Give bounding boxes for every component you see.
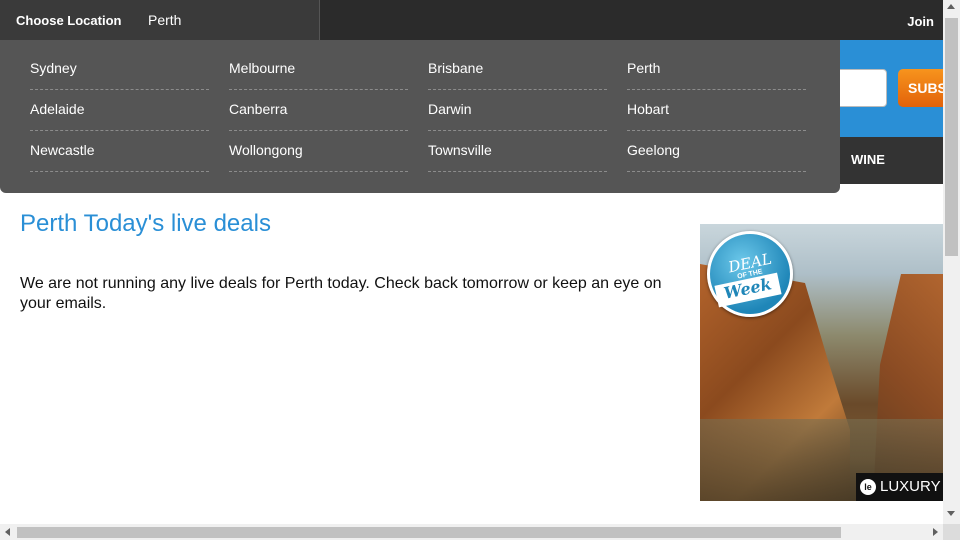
horizontal-scrollbar[interactable]	[0, 524, 943, 540]
city-link[interactable]: Townsville	[428, 142, 607, 172]
page: Choose Location Perth Join SUBS WINE Syd…	[0, 0, 960, 540]
deal-of-the-week-badge: DEAL OF THE Week	[707, 231, 793, 317]
join-link[interactable]: Join	[907, 14, 934, 29]
luxury-brand-text: LUXURY	[880, 478, 941, 495]
vertical-scroll-thumb[interactable]	[945, 18, 958, 256]
city-link[interactable]: Wollongong	[229, 142, 408, 172]
city-link[interactable]: Adelaide	[30, 101, 209, 131]
scrollbar-corner	[943, 524, 960, 540]
scroll-left-arrow-icon[interactable]	[5, 528, 10, 536]
city-link[interactable]: Sydney	[30, 60, 209, 90]
top-bar: Choose Location Perth Join	[0, 0, 943, 40]
horizontal-scroll-thumb[interactable]	[17, 527, 841, 538]
nav-item-wine[interactable]: WINE	[851, 152, 885, 167]
scroll-up-arrow-icon[interactable]	[947, 4, 955, 9]
no-deals-message: We are not running any live deals for Pe…	[20, 275, 662, 312]
choose-location-label: Choose Location	[16, 13, 122, 28]
page-title: Perth Today's live deals	[20, 210, 271, 237]
city-link[interactable]: Geelong	[627, 142, 806, 172]
luxury-brand-tag: le LUXURY	[856, 473, 943, 501]
city-link[interactable]: Perth	[627, 60, 806, 90]
luxury-logo-icon: le	[860, 479, 876, 495]
city-link[interactable]: Darwin	[428, 101, 607, 131]
city-link[interactable]: Hobart	[627, 101, 806, 131]
choose-location-tab[interactable]: Choose Location Perth	[0, 0, 320, 40]
current-location[interactable]: Perth	[148, 12, 181, 28]
city-link[interactable]: Newcastle	[30, 142, 209, 172]
vertical-scrollbar[interactable]	[943, 0, 960, 524]
city-link[interactable]: Melbourne	[229, 60, 408, 90]
scroll-right-arrow-icon[interactable]	[933, 528, 938, 536]
location-dropdown: Sydney Melbourne Brisbane Perth Adelaide…	[0, 40, 840, 193]
city-link[interactable]: Canberra	[229, 101, 408, 131]
city-link[interactable]: Brisbane	[428, 60, 607, 90]
deal-of-the-week-banner[interactable]: DEAL OF THE Week le LUXURY	[700, 224, 943, 501]
scroll-down-arrow-icon[interactable]	[947, 511, 955, 516]
